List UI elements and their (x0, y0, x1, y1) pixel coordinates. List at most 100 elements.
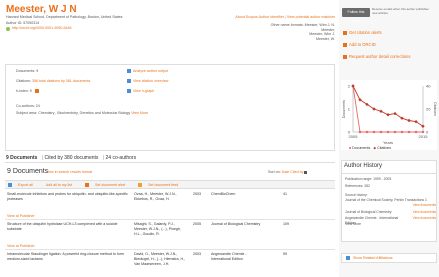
document-point (358, 130, 362, 134)
y-tick-label-right: 20 (426, 107, 431, 112)
doc-source: Angewandte Chemie - International Editio… (211, 252, 247, 261)
view-more-sources-link[interactable]: View More (345, 222, 361, 227)
y-axis-label-left: Documents (342, 100, 346, 118)
author-metrics-panel (5, 64, 335, 151)
export-icon (8, 183, 12, 188)
author-trends-chart: 0 1 2 0 20 40 2005 2015 Years Documents Citations (341, 80, 437, 150)
doc-source: ChemBioChem (211, 192, 236, 196)
document-point (372, 130, 376, 134)
sort-cited-by[interactable]: Cited by (290, 170, 303, 174)
author-history-title: Author History (344, 163, 383, 169)
documents-stat: Documents: 9 (16, 69, 39, 73)
view-documents-link[interactable]: View documents (404, 210, 436, 214)
chart-legend: ■ Documents ◆ Citations (349, 146, 392, 150)
doc-source: Journal of Biological Chemistry (211, 222, 261, 226)
orcid-link[interactable]: http://orcid.org/0000-0001-9050-5446 (12, 26, 72, 32)
other-name-formats: Other name formats: Meester, Wim J. N. M… (270, 23, 335, 41)
x-tick-label: 2005 (349, 134, 359, 139)
publication-range: Publication range: 1999 - 2005 (345, 177, 392, 181)
rss-icon (138, 183, 143, 188)
author-name: Meester, W J N (6, 4, 77, 15)
doc-title[interactable]: Small-molecule inhibitors and probes for… (7, 192, 129, 202)
source-item[interactable]: Journal of Biological Chemistry (345, 210, 405, 215)
doc-year: 2005 (193, 222, 201, 226)
source-item[interactable]: Journal of the Chemical Society. Perkin … (345, 198, 433, 203)
view-documents-link[interactable]: View documents (404, 216, 436, 220)
documents-toolbar: Export all Add all to my list Set docume… (5, 180, 335, 189)
document-point (407, 130, 411, 134)
follow-author-button[interactable]: Follow this Author (342, 8, 370, 23)
sort-controls: Sort on: Date Cited by (268, 170, 309, 174)
document-point (400, 130, 404, 134)
doc-authors: Misaghi, S., Galardy, P.J., Meester, W.J… (134, 222, 181, 236)
legend-citations: Citations (377, 146, 392, 150)
x-axis-label: Years (383, 140, 393, 145)
hindex-stat: h-index: 9 (16, 89, 41, 94)
doc-year: 2003 (193, 252, 201, 256)
chevron-down-icon (304, 170, 308, 174)
doc-authors: Ovaa, H., Meester, W.J.N., Ekkebus, R., … (134, 192, 177, 201)
doc-cited[interactable]: 41 (283, 192, 287, 197)
author-id: 57050314 (23, 20, 40, 25)
hgraph[interactable]: View h-graph (127, 89, 154, 94)
source-history-label: Source history: (345, 193, 368, 197)
author-identifier-link[interactable]: About Scopus Author Identifier (235, 15, 284, 19)
legend-documents: Documents (352, 146, 371, 150)
view-documents-link[interactable]: View documents (404, 203, 436, 207)
show-related-affiliations[interactable]: Show Related Affiliations (341, 253, 437, 263)
potential-matches-link[interactable]: View potential author matches (287, 15, 335, 19)
edit-icon (343, 54, 347, 59)
table-row: Small-molecule inhibitors and probes for… (5, 190, 335, 220)
table-icon (127, 79, 131, 84)
document-point (365, 130, 369, 134)
chart-icon (127, 69, 131, 74)
tab-coauthors[interactable]: 24 co-authors (106, 155, 137, 161)
analyze-output[interactable]: Analyze author output (127, 69, 168, 74)
series-line-documents (352, 85, 423, 133)
table-row: Structure of the ubiquitin hydrolase UCH… (5, 220, 335, 250)
header-links: About Scopus Author Identifier | View po… (235, 15, 335, 19)
coauthors-stat: Co-authors: 24 (16, 104, 40, 108)
documents-heading: 9 Documents (7, 168, 49, 175)
get-citation-alerts-link[interactable]: Get citation alerts (343, 30, 382, 35)
y-axis-label-right: Citations (433, 102, 437, 116)
view-more-subjects-link[interactable]: View More (131, 111, 148, 115)
sort-date[interactable]: Date (282, 170, 290, 174)
view-at-publisher-link[interactable]: View at Publisher (7, 244, 35, 248)
document-point (379, 130, 383, 134)
citations-stat: Citations: 396 total citations by 381 do… (16, 79, 91, 83)
series-line-citations (352, 85, 424, 127)
y-tick-label-left: 2 (348, 84, 351, 89)
results-tabs: 9 Documents | Cited by 380 documents | 2… (6, 155, 137, 161)
doc-title[interactable]: Structure of the ubiquitin hydrolase UCH… (7, 222, 129, 232)
plus-icon (343, 42, 347, 47)
doc-authors: David, O., Meester, W.J.N., Bieräugel, H… (134, 252, 186, 266)
citation-point (407, 118, 411, 123)
view-in-search-results-link[interactable]: View in search results format (46, 170, 92, 174)
citation-point (386, 113, 390, 117)
follow-note: Receive emails when this author publishe… (372, 7, 429, 15)
citation-overview[interactable]: View citation overview (127, 79, 168, 84)
doc-title[interactable]: Intramolecular Staudinger ligation: A po… (7, 252, 129, 262)
set-feed-button[interactable]: Set document feed (138, 183, 184, 188)
x-tick-label: 2015 (419, 134, 429, 139)
set-alert-button[interactable]: Set document alert (84, 183, 131, 188)
orcid-icon (6, 26, 10, 31)
view-at-publisher-link[interactable]: View at Publisher (7, 214, 35, 218)
tab-divider (5, 162, 335, 163)
doc-year: 2003 (193, 192, 201, 196)
export-all-button[interactable]: Export all (8, 183, 39, 188)
add-to-orcid-link[interactable]: Add to ORCID (343, 42, 376, 47)
trend-chart-svg: 012020402005 2015YearsDocuments Citations (342, 84, 437, 146)
graph-icon (127, 89, 131, 94)
doc-cited[interactable]: 59 (283, 252, 287, 257)
tab-documents[interactable]: 9 Documents (6, 155, 37, 161)
request-corrections-link[interactable]: Request author detail corrections (343, 54, 410, 59)
bell-icon (84, 183, 89, 188)
doc-cited[interactable]: 109 (283, 222, 289, 227)
tab-cited-by[interactable]: Cited by 380 documents (45, 155, 99, 161)
document-point (414, 130, 418, 134)
citation-point (351, 84, 355, 88)
author-details-page: Meester, W J N Harvard Medical School, D… (0, 0, 439, 277)
add-to-list-button[interactable]: Add all to my list (46, 183, 78, 187)
